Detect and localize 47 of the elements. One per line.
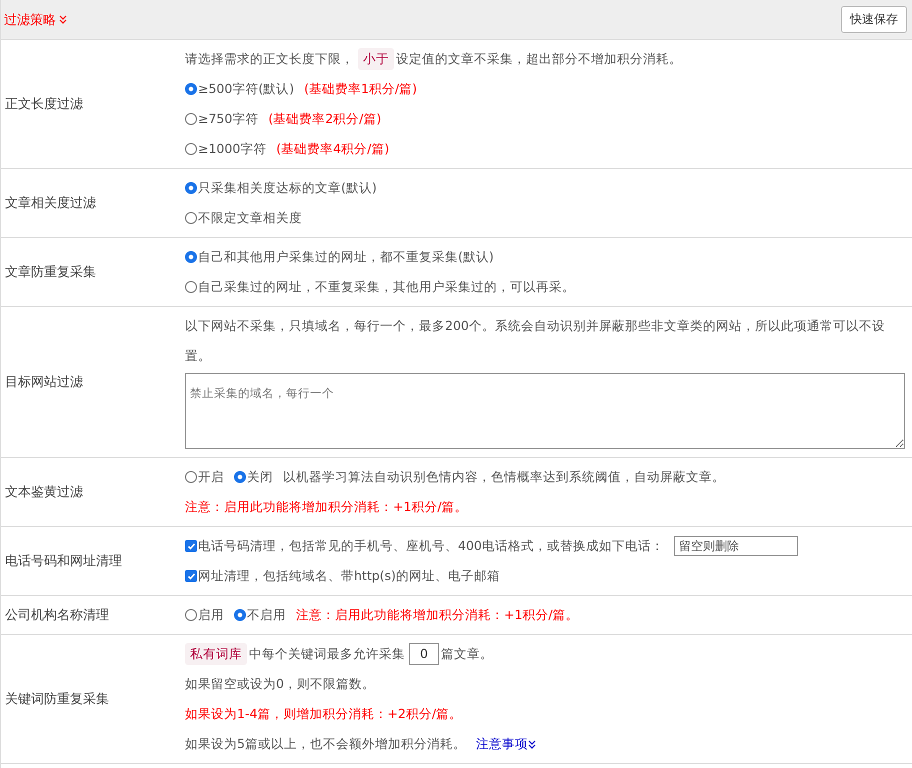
- radio-option[interactable]: 只采集相关度达标的文章(默认): [185, 173, 377, 203]
- radio-option[interactable]: ≥1000字符: [185, 134, 266, 164]
- setting-label: 文章相关度过滤: [5, 195, 96, 212]
- setting-label: 文章防重复采集: [5, 264, 96, 281]
- radio-option[interactable]: 关闭: [234, 462, 273, 492]
- description-text: 中每个关键词最多允许采集: [249, 645, 405, 663]
- radio-option[interactable]: 自己和其他用户采集过的网址，都不重复采集(默认): [185, 242, 494, 272]
- count-input-field[interactable]: 0: [409, 643, 439, 665]
- setting-label: 公司机构名称清理: [5, 607, 109, 624]
- description-text: 以机器学习算法自动识别色情内容，色情概率达到系统阈值，自动屏蔽文章。: [283, 468, 725, 486]
- description-text: 如果设为5篇或以上，也不会额外增加积分消耗。: [185, 735, 466, 753]
- domain-textarea[interactable]: 禁止采集的域名，每行一个: [185, 373, 905, 449]
- warning-text: 注意：启用此功能将增加积分消耗：+1积分/篇。: [296, 606, 579, 624]
- keyword-tag: 私有词库: [185, 643, 247, 665]
- description-text: 以下网站不采集，只填域名，每行一个，最多200个。系统会自动识别并屏蔽那些非文章类的网站，所以此项通常可以不设置。: [185, 317, 886, 365]
- description-text: 如果留空或设为0，则不限篇数。: [185, 675, 375, 693]
- setting-label: 文本鉴黄过滤: [5, 484, 83, 501]
- keyword-tag: 小于: [358, 48, 394, 70]
- notes-link[interactable]: 注意事项: [476, 729, 536, 759]
- radio-option[interactable]: 开启: [185, 462, 224, 492]
- description-text: 篇文章。: [441, 645, 493, 663]
- warning-text: (基础费率4积分/篇): [276, 140, 390, 158]
- warning-text: 注意：启用此功能将增加积分消耗：+1积分/篇。: [185, 498, 468, 516]
- radio-option[interactable]: 不启用: [234, 600, 286, 630]
- checkbox-option[interactable]: 电话号码清理，包括常见的手机号、座机号、400电话格式，或替换成如下电话：: [185, 531, 664, 561]
- checkbox-option[interactable]: 网址清理，包括纯域名、带http(s)的网址、电子邮箱: [185, 561, 500, 591]
- setting-label: 关键词防重复采集: [5, 691, 109, 708]
- phone-input-field[interactable]: 留空则删除: [674, 536, 798, 556]
- setting-label: 目标网站过滤: [5, 374, 83, 391]
- warning-text: 如果设为1-4篇，则增加积分消耗：+2积分/篇。: [185, 705, 462, 723]
- radio-option[interactable]: 自己采集过的网址，不重复采集，其他用户采集过的，可以再采。: [185, 272, 575, 302]
- warning-text: (基础费率1积分/篇): [304, 80, 418, 98]
- checkmark-icon: [186, 572, 196, 580]
- radio-option[interactable]: ≥500字符(默认): [185, 74, 294, 104]
- double-chevron-icon: [59, 15, 67, 24]
- description-text: 请选择需求的正文长度下限，: [185, 50, 354, 68]
- radio-option[interactable]: 启用: [185, 600, 224, 630]
- setting-label: 电话号码和网址清理: [5, 553, 122, 570]
- description-text: 设定值的文章不采集，超出部分不增加积分消耗。: [396, 50, 682, 68]
- chevron-down-icon: [528, 740, 536, 748]
- section-title: 过滤策略: [4, 12, 56, 28]
- radio-option[interactable]: 不限定文章相关度: [185, 203, 302, 233]
- checkmark-icon: [186, 542, 196, 550]
- warning-text: (基础费率2积分/篇): [268, 110, 382, 128]
- radio-option[interactable]: ≥750字符: [185, 104, 258, 134]
- quick-save-button[interactable]: 快速保存: [841, 6, 907, 33]
- setting-label: 正文长度过滤: [5, 96, 83, 113]
